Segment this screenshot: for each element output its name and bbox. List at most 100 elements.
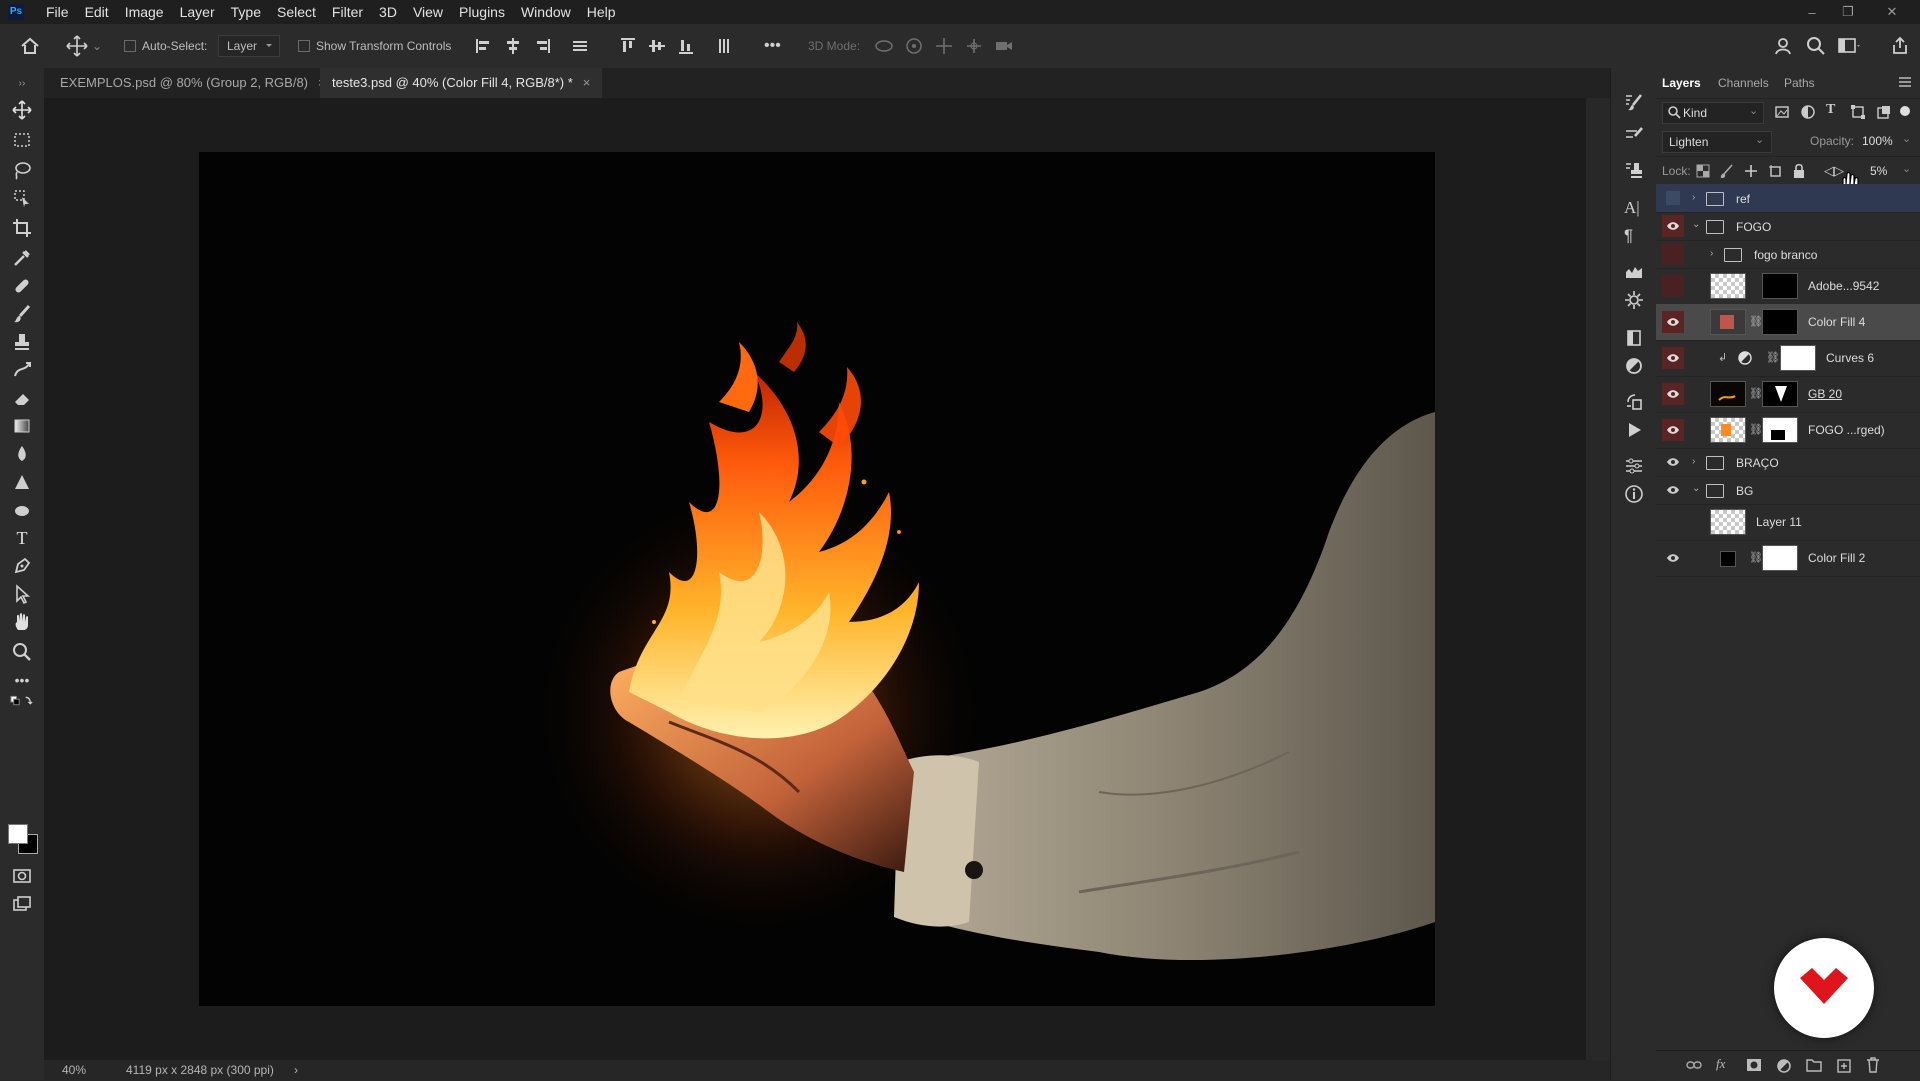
more-options-button[interactable]: •••: [764, 24, 781, 68]
distribute-icon[interactable]: [570, 36, 590, 56]
layer-row-fogo-merged[interactable]: ⛓ FOGO ...rged): [1656, 412, 1920, 449]
align-horizontal-center-icon[interactable]: [503, 36, 523, 56]
zoom-tool-icon[interactable]: [10, 640, 34, 664]
link-layers-icon[interactable]: [1686, 1058, 1702, 1072]
photoshop-logo[interactable]: Ps: [8, 4, 24, 20]
healing-brush-tool-icon[interactable]: [10, 274, 34, 298]
close-tab-icon[interactable]: ×: [583, 75, 591, 90]
filter-toggle-icon[interactable]: [1900, 106, 1910, 116]
visibility-eye-icon[interactable]: [1662, 311, 1684, 333]
search-icon[interactable]: [1806, 36, 1826, 56]
layer-name[interactable]: FOGO ...rged): [1808, 423, 1885, 437]
layer-name[interactable]: Curves 6: [1826, 351, 1874, 365]
actions-play-icon[interactable]: [1624, 420, 1644, 440]
layer-row-layer-11[interactable]: Layer 11: [1656, 504, 1920, 541]
fill-chevron-icon[interactable]: ⌄: [1902, 162, 1911, 175]
eraser-tool-icon[interactable]: [10, 386, 34, 410]
layer-name[interactable]: FOGO: [1736, 220, 1771, 234]
layer-row-fogo[interactable]: ⌄ FOGO: [1656, 212, 1920, 241]
path-selection-tool-icon[interactable]: [10, 582, 34, 606]
color-swatches[interactable]: [6, 820, 40, 856]
edit-toolbar-icon[interactable]: •••: [10, 668, 34, 692]
layer-row-curves-6[interactable]: ↲ ⛓ Curves 6: [1656, 340, 1920, 377]
blur-tool-icon[interactable]: [10, 442, 34, 466]
home-icon[interactable]: [20, 24, 40, 68]
type-tool-icon[interactable]: T: [10, 526, 34, 550]
visibility-eye-icon[interactable]: [1662, 479, 1684, 501]
layer-row-color-fill-4[interactable]: ⛓ Color Fill 4: [1656, 304, 1920, 341]
auto-select-dropdown[interactable]: Layer: [218, 24, 281, 68]
3d-slide-icon[interactable]: [964, 36, 984, 56]
menu-layer[interactable]: Layer: [172, 0, 223, 24]
auto-select-value[interactable]: Layer: [218, 35, 281, 57]
tab-paths[interactable]: Paths: [1784, 68, 1815, 98]
document-tab-teste3[interactable]: teste3.psd @ 40% (Color Fill 4, RGB/8*) …: [320, 68, 603, 98]
layer-name[interactable]: BG: [1736, 484, 1753, 498]
brush-settings-icon[interactable]: [1624, 92, 1644, 112]
info-icon[interactable]: [1624, 484, 1644, 504]
layer-name[interactable]: fogo branco: [1754, 248, 1817, 262]
layer-row-gb-20[interactable]: ⛓ GB 20: [1656, 376, 1920, 413]
gradient-tool-icon[interactable]: [10, 414, 34, 438]
opacity-chevron-icon[interactable]: ⌄: [1902, 132, 1911, 145]
clone-source-icon[interactable]: [1624, 160, 1644, 180]
pen-tool-icon[interactable]: [10, 498, 34, 522]
menu-window[interactable]: Window: [513, 0, 579, 24]
visibility-toggle-hidden[interactable]: [1662, 243, 1684, 265]
marquee-tool-icon[interactable]: [10, 128, 34, 152]
chevron-right-icon[interactable]: ›: [1692, 456, 1695, 467]
clone-stamp-tool-icon[interactable]: [10, 330, 34, 354]
layer-row-ref[interactable]: › ref: [1656, 184, 1920, 213]
visibility-toggle-hidden[interactable]: [1662, 511, 1684, 533]
link-icon[interactable]: ⛓: [1766, 351, 1780, 364]
share-export-icon[interactable]: [1890, 36, 1910, 56]
menu-filter[interactable]: Filter: [324, 0, 371, 24]
panel-menu-icon[interactable]: [1898, 76, 1912, 88]
blend-mode-dropdown[interactable]: Lighten ⌄: [1662, 131, 1772, 153]
lock-image-icon[interactable]: [1720, 164, 1734, 178]
distribute-vertical-icon[interactable]: [714, 36, 734, 56]
filter-kind-dropdown[interactable]: Kind ⌄: [1662, 102, 1764, 124]
show-transform-check-box[interactable]: [298, 40, 310, 52]
visibility-eye-icon[interactable]: [1662, 419, 1684, 441]
align-left-icon[interactable]: [474, 36, 494, 56]
visibility-eye-icon[interactable]: [1662, 215, 1684, 237]
paragraph-panel-icon[interactable]: ¶: [1624, 226, 1644, 246]
menu-3d[interactable]: 3D: [371, 0, 405, 24]
libraries-icon[interactable]: [1624, 328, 1644, 348]
filter-adjustment-icon[interactable]: [1800, 104, 1816, 120]
layer-row-fogo-branco[interactable]: › fogo branco: [1656, 240, 1920, 269]
dodge-tool-icon[interactable]: [10, 470, 34, 494]
opacity-value[interactable]: 100%: [1862, 134, 1893, 148]
layer-name[interactable]: Adobe...9542: [1808, 279, 1879, 293]
brushes-panel-icon[interactable]: [1624, 124, 1644, 144]
menu-image[interactable]: Image: [117, 0, 172, 24]
lock-all-icon[interactable]: [1792, 163, 1806, 179]
layer-row-adobe-9542[interactable]: Adobe...9542: [1656, 268, 1920, 305]
screen-mode-icon[interactable]: [10, 892, 34, 916]
navigator-icon[interactable]: [1624, 290, 1644, 310]
fx-icon[interactable]: fx: [1716, 1056, 1725, 1072]
menu-edit[interactable]: Edit: [77, 0, 117, 24]
menu-select[interactable]: Select: [269, 0, 324, 24]
add-mask-icon[interactable]: [1746, 1058, 1762, 1072]
document-tab-exemplos[interactable]: EXEMPLOS.psd @ 80% (Group 2, RGB/8)×: [48, 68, 338, 98]
new-adjustment-icon[interactable]: [1776, 1058, 1792, 1074]
layer-row-braco[interactable]: › BRAÇO: [1656, 448, 1920, 477]
filter-pixel-icon[interactable]: [1774, 104, 1790, 120]
path-pen-tool-icon[interactable]: [10, 554, 34, 578]
new-group-icon[interactable]: [1806, 1058, 1822, 1072]
eyedropper-tool-icon[interactable]: [10, 246, 34, 270]
layer-row-color-fill-2[interactable]: ⛓ Color Fill 2: [1656, 540, 1920, 577]
document-canvas[interactable]: [199, 152, 1435, 1006]
link-icon[interactable]: ⛓: [1749, 315, 1763, 328]
link-icon[interactable]: ⛓: [1749, 387, 1763, 400]
lock-transparent-icon[interactable]: [1696, 164, 1710, 178]
fill-value[interactable]: 5%: [1870, 164, 1887, 178]
lock-position-icon[interactable]: [1744, 164, 1758, 178]
character-panel-icon[interactable]: A|: [1624, 198, 1644, 218]
new-layer-icon[interactable]: [1836, 1058, 1852, 1074]
filter-type-icon[interactable]: T: [1826, 102, 1835, 118]
delete-layer-icon[interactable]: [1866, 1057, 1880, 1073]
menu-plugins[interactable]: Plugins: [451, 0, 513, 24]
